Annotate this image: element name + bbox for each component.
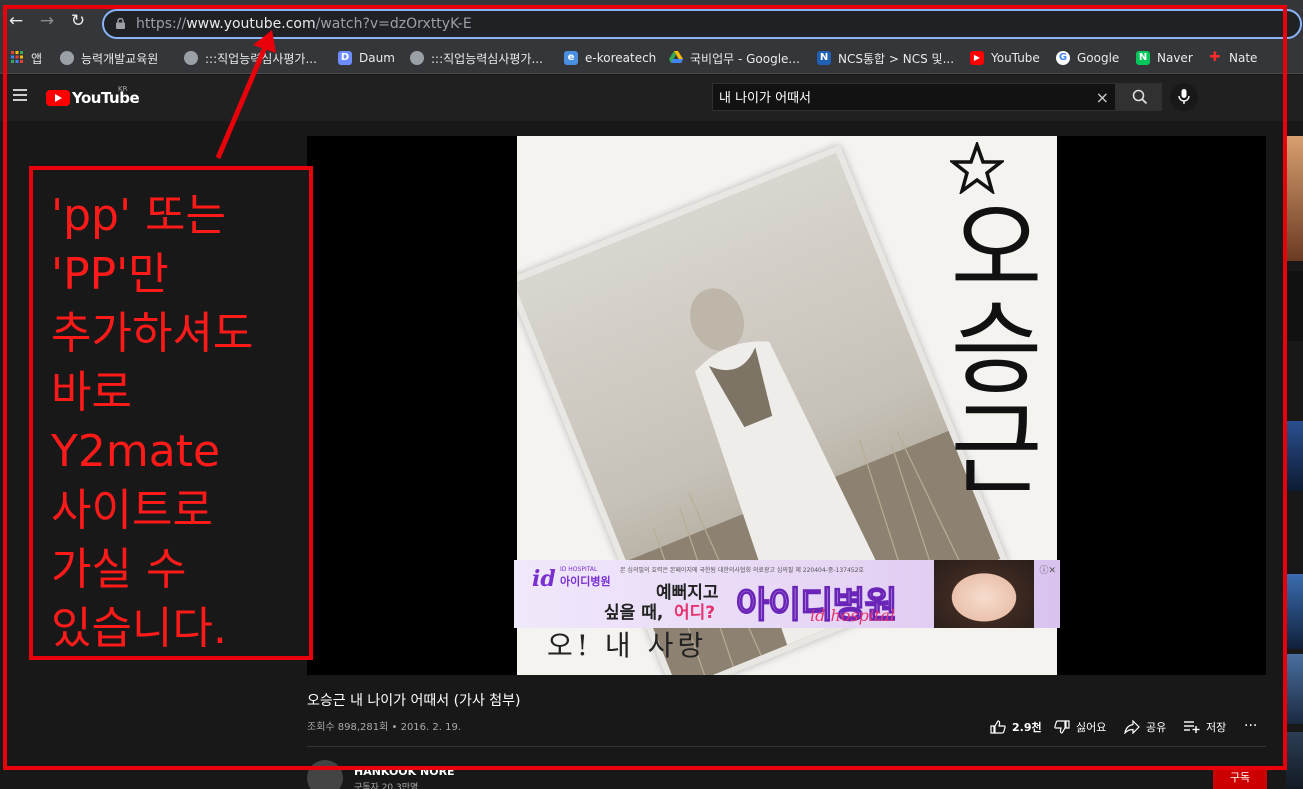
recommendation-thumbnail[interactable] bbox=[1286, 654, 1303, 724]
annotation-text: 'pp' 또는 'PP'만 추가하셔도 바로 Y2mate 사이트로 가실 수 … bbox=[51, 190, 254, 654]
recommendation-thumbnail[interactable] bbox=[1286, 271, 1303, 341]
recommendation-thumbnail[interactable] bbox=[1286, 574, 1303, 649]
subscriber-count: 구독자 20.3만명 bbox=[354, 783, 419, 789]
screen: ← → ↻ https://www.youtube.com/watch?v=dz… bbox=[0, 0, 1303, 789]
annotation-box: 'pp' 또는 'PP'만 추가하셔도 바로 Y2mate 사이트로 가실 수 … bbox=[29, 166, 313, 660]
recommendation-thumbnail[interactable] bbox=[1286, 136, 1303, 261]
recommendations-strip bbox=[1286, 136, 1303, 789]
recommendation-thumbnail[interactable] bbox=[1286, 732, 1303, 789]
recommendation-thumbnail[interactable] bbox=[1286, 421, 1303, 491]
